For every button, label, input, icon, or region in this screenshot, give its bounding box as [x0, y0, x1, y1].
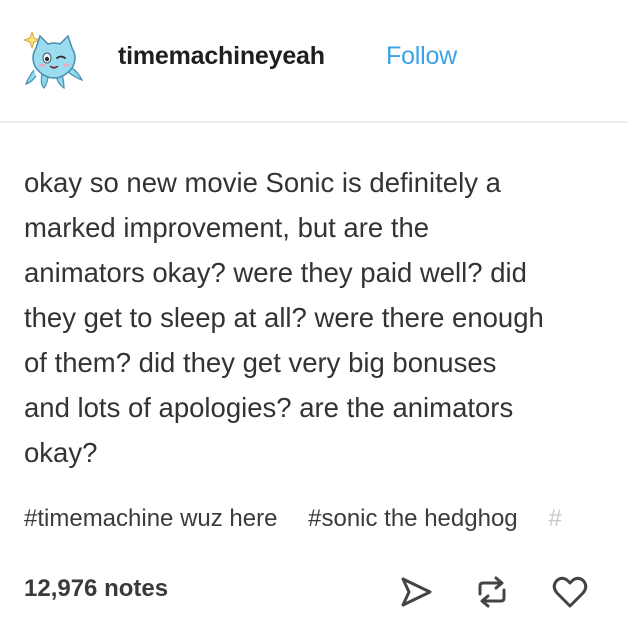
tumblr-post: timemachineyeah Follow okay so new movie…	[0, 0, 628, 638]
post-text-line: of them? did they get very big bonuses	[24, 347, 497, 378]
follow-button[interactable]: Follow	[386, 42, 457, 71]
post-text-line: okay so new movie Sonic is definitely a	[24, 167, 501, 198]
post-body: okay so new movie Sonic is definitely a …	[24, 160, 609, 475]
header-divider	[0, 121, 628, 123]
post-header: timemachineyeah Follow	[0, 0, 628, 121]
tag-sonic-the-hedghog[interactable]: #sonic the hedghog	[308, 505, 518, 533]
share-button[interactable]	[396, 572, 436, 612]
avatar[interactable]	[22, 26, 86, 90]
like-button[interactable]	[550, 572, 590, 612]
tag-timemachine-wuz-here[interactable]: #timemachine wuz here	[24, 505, 277, 533]
tag-list: #timemachine wuz here #sonic the hedghog…	[24, 505, 628, 541]
post-text-line: marked improvement, but are the	[24, 212, 430, 243]
post-text-line: animators okay? were they paid well? did	[24, 257, 527, 288]
tag-fade-overlay	[598, 505, 628, 541]
reblog-button[interactable]	[472, 572, 512, 612]
post-footer: 12,976 notes	[0, 560, 628, 620]
post-text-line: they get to sleep at all? were there eno…	[24, 302, 544, 333]
notes-count[interactable]: 12,976 notes	[24, 575, 168, 603]
octopus-cat-avatar-icon	[22, 30, 84, 90]
tag-overflow[interactable]: #	[548, 505, 561, 533]
reblog-icon	[478, 576, 506, 608]
username[interactable]: timemachineyeah	[118, 42, 325, 71]
post-text-line: and lots of apologies? are the animators	[24, 392, 514, 423]
heart-icon	[552, 576, 588, 608]
share-icon	[401, 577, 432, 607]
post-text-line: okay?	[24, 437, 98, 468]
